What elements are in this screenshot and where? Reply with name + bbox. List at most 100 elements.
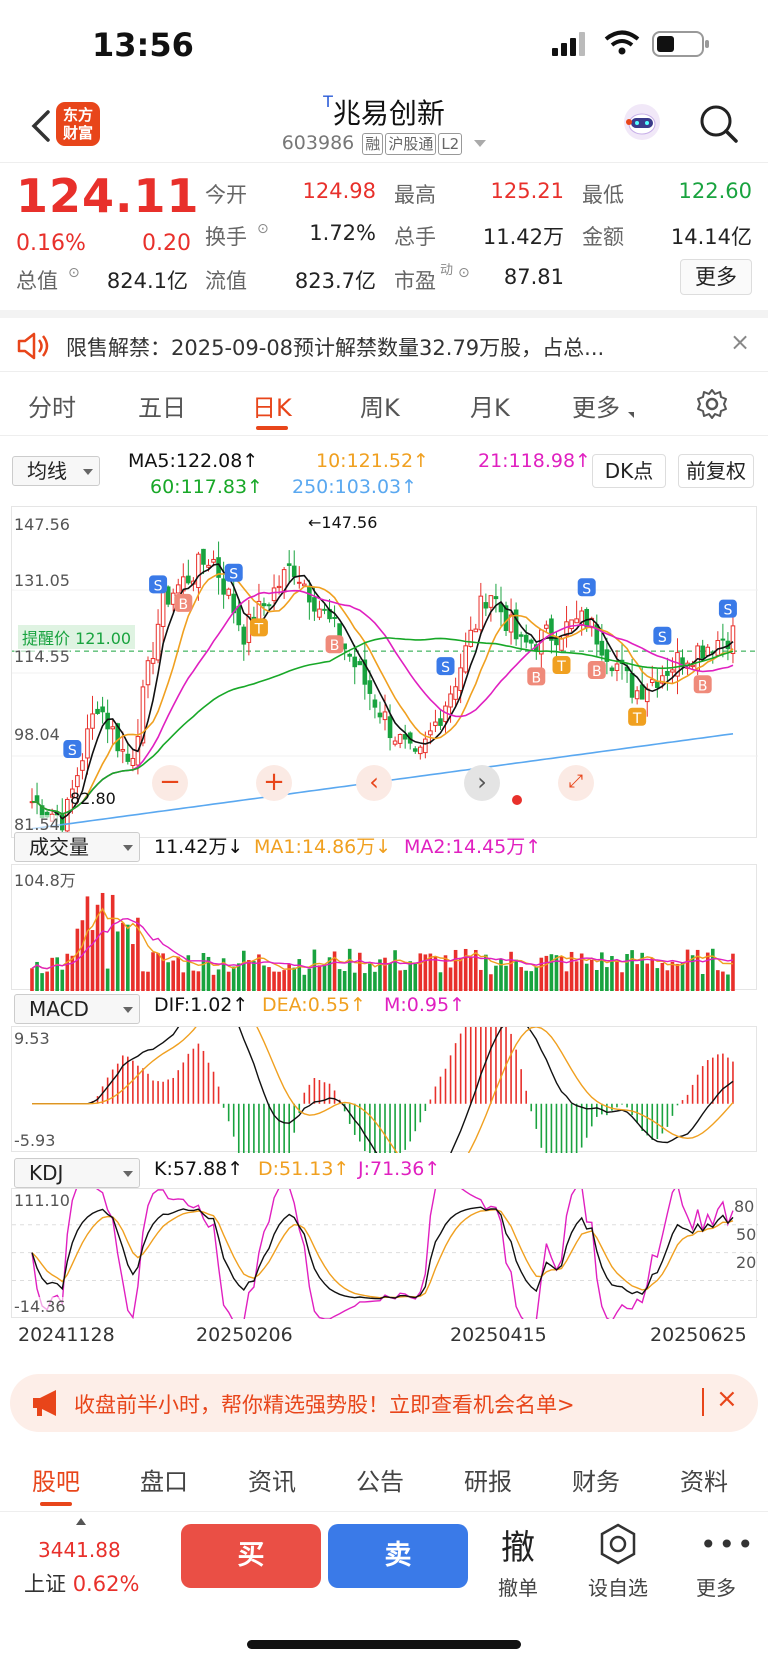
candle-body (498, 603, 504, 613)
dropdown-caret-icon (474, 140, 487, 147)
volume-bar (700, 974, 705, 991)
more-quote-button[interactable]: 更多 (680, 259, 752, 295)
candle-body (100, 706, 105, 713)
candle-body (80, 760, 85, 771)
volume-bar (630, 950, 634, 991)
search-icon[interactable] (697, 102, 741, 146)
candle-body (296, 581, 302, 584)
amount-label: 金额 (582, 225, 624, 249)
candle-body (488, 595, 494, 608)
float-cap-value: 823.7亿 (294, 269, 376, 293)
tab-weekly-k[interactable]: 周K (360, 388, 400, 423)
tab-five-day[interactable]: 五日 (138, 388, 186, 423)
volume-bar (100, 892, 105, 991)
high-label: 最高 (394, 183, 436, 207)
tab-monthly-k[interactable]: 月K (470, 388, 510, 423)
volume-bar (236, 963, 241, 991)
volume-bar (312, 949, 317, 991)
cancel-order-icon[interactable]: 撤 (493, 1520, 543, 1569)
indicator-select-ma[interactable]: 均线 (12, 456, 100, 486)
candle-body (387, 716, 393, 739)
indicator-select-volume[interactable]: 成交量 (14, 832, 140, 862)
tab-daily-k[interactable]: 日K (252, 388, 292, 430)
add-watchlist-icon[interactable] (598, 1522, 638, 1566)
index-value[interactable]: 3441.88 (38, 1538, 121, 1562)
macd-panel[interactable]: 9.53 -5.93 (11, 990, 757, 1209)
candle-body (291, 565, 297, 578)
zoom-in-button[interactable]: + (256, 765, 292, 801)
scroll-right-button[interactable]: › (464, 765, 500, 801)
kline-panel[interactable]: SSSSSSSBBBBBTTT 147.56 131.05 114.55 98.… (11, 506, 758, 848)
candle-body (130, 757, 136, 767)
signal-badge-text: B (330, 638, 340, 654)
scroll-left-button[interactable]: ‹ (356, 765, 392, 801)
candle-body (428, 730, 433, 736)
pe-label: 市盈 (394, 269, 436, 293)
t0-mark: T (323, 92, 333, 111)
indicator-select-kdj[interactable]: KDJ (14, 1158, 140, 1188)
volume-panel[interactable]: 104.8万 (11, 864, 757, 991)
unlock-notice-bar[interactable]: 限售解禁：2025-09-08预计解禁数量32.79万股，占总... × (0, 310, 768, 372)
buy-button[interactable]: 买 (181, 1524, 321, 1588)
tab-research[interactable]: 研报 (464, 1462, 512, 1497)
pe-dynamic-mark: 动 (440, 263, 454, 278)
indicator-select-macd[interactable]: MACD (14, 994, 140, 1024)
info-dots-icon[interactable]: ⊙ (458, 265, 470, 281)
promo-text: 收盘前半小时，帮你精选强势股！立即查看机会名单> (74, 1393, 575, 1417)
volume-bar (110, 894, 115, 991)
close-icon[interactable]: × (730, 328, 750, 356)
candle-body (599, 640, 605, 656)
volume-bar (489, 974, 493, 991)
more-dots-icon[interactable]: ••• (700, 1528, 756, 1561)
tab-more[interactable]: 更多 (572, 388, 620, 423)
index-expand-caret-icon[interactable] (76, 1518, 86, 1525)
alert-price-tag[interactable]: 提醒价 121.00 (18, 625, 136, 649)
kdj-d-legend: D:51.13↑ (258, 1158, 350, 1180)
volume-bar (322, 964, 327, 991)
volume-label: 总手 (394, 225, 436, 249)
dk-point-button[interactable]: DK点 (592, 454, 666, 488)
volume-bar (620, 972, 624, 991)
volume-bar (529, 971, 534, 991)
volume-bar (564, 971, 569, 991)
kdj-j-legend: J:71.36↑ (358, 1158, 441, 1180)
add-watchlist-button[interactable]: 设自选 (578, 1572, 658, 1601)
candle-body (155, 623, 161, 661)
promo-banner[interactable]: 收盘前半小时，帮你精选强势股！立即查看机会名单> × (10, 1374, 758, 1432)
tab-finance[interactable]: 财务 (572, 1462, 620, 1497)
more-button[interactable]: 更多 (676, 1572, 756, 1601)
adjust-mode-button[interactable]: 前复权 (678, 454, 754, 488)
y-tick-1: 147.56 (14, 515, 70, 534)
y-tick-2: 131.05 (14, 571, 70, 590)
volume-bar (181, 972, 186, 991)
tab-news[interactable]: 资讯 (248, 1462, 296, 1497)
candle-body (458, 667, 463, 691)
ai-assistant-icon[interactable] (620, 100, 664, 144)
candle-body (423, 738, 428, 754)
candle-body (196, 553, 201, 589)
fullscreen-icon[interactable]: ⤢ (558, 765, 594, 801)
settings-gear-icon[interactable] (696, 388, 728, 420)
zoom-out-button[interactable]: − (152, 765, 188, 801)
candle-body (453, 686, 458, 700)
candle-body (271, 587, 277, 602)
index-name[interactable]: 上证 0.62% (24, 1568, 139, 1598)
tab-orderbook[interactable]: 盘口 (140, 1462, 188, 1497)
close-icon[interactable]: × (716, 1384, 738, 1414)
sell-button[interactable]: 卖 (328, 1524, 468, 1588)
signal-badge-text: B (531, 670, 541, 686)
low-label: 最低 (582, 183, 624, 207)
kdj-panel[interactable]: 111.10 -14.36 80 50 20 (11, 1180, 758, 1325)
tab-announcements[interactable]: 公告 (356, 1462, 404, 1497)
volume-bar (247, 960, 251, 991)
tab-guba[interactable]: 股吧 (32, 1462, 80, 1506)
volume-bar (257, 954, 261, 991)
info-dots-icon[interactable]: ⊙ (257, 221, 269, 237)
info-dots-icon[interactable]: ⊙ (68, 265, 80, 281)
cancel-order-button[interactable]: 撤单 (478, 1572, 558, 1601)
volume-bar (242, 950, 246, 991)
candle-body (125, 753, 131, 762)
candle-body (634, 690, 640, 700)
tab-intraday[interactable]: 分时 (28, 388, 76, 423)
tab-profile[interactable]: 资料 (680, 1462, 728, 1497)
